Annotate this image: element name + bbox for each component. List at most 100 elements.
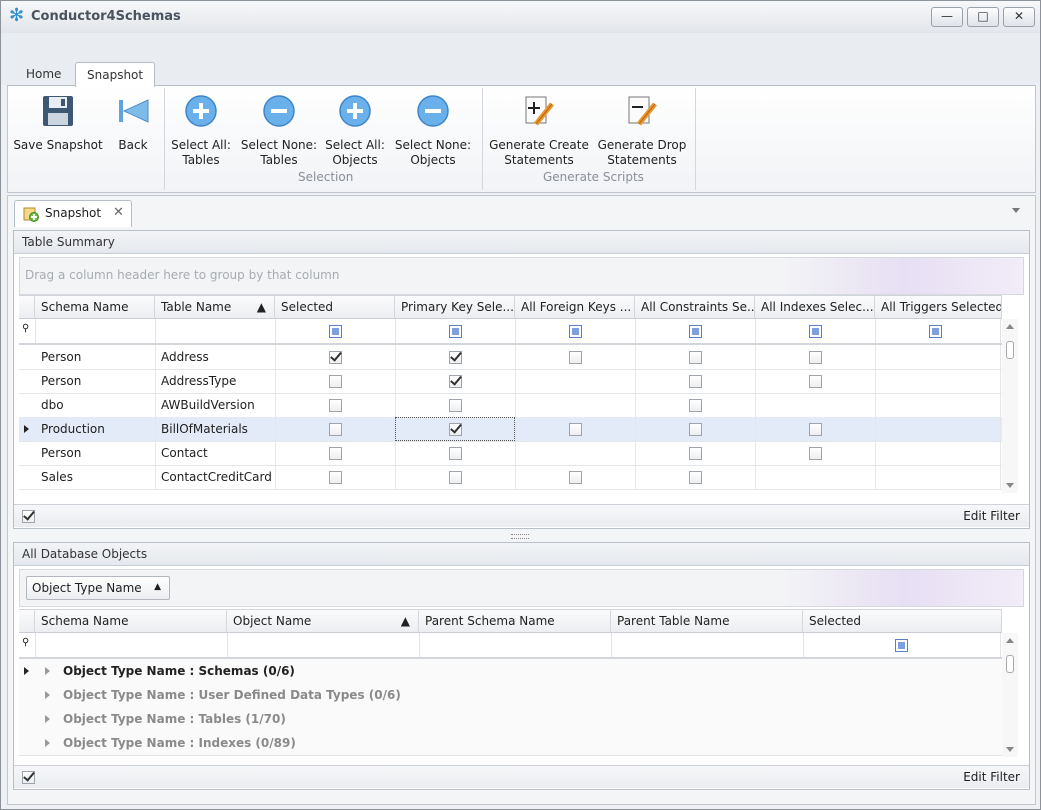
filter-checkbox[interactable] [809, 325, 822, 338]
doc-tab-close-icon[interactable]: ✕ [113, 205, 124, 220]
filter-cell[interactable] [35, 633, 228, 657]
splitter-grip[interactable] [511, 534, 529, 539]
cell-table-name[interactable]: ContactCreditCard [155, 465, 276, 489]
group-row[interactable]: Object Type Name : Indexes (0/89) [19, 731, 1002, 756]
cell-check[interactable] [515, 417, 636, 441]
cell-table-name[interactable]: AWBuildVersion [155, 393, 276, 417]
cell-check[interactable] [755, 417, 876, 441]
save-snapshot-button[interactable]: Save Snapshot [12, 94, 104, 153]
table-row[interactable]: Sales ContactCreditCard [19, 465, 1002, 490]
table-row[interactable]: Person Contact [19, 441, 1002, 466]
filter-checkbox[interactable] [689, 325, 702, 338]
table-row[interactable]: Person Address [19, 345, 1002, 370]
edit-filter-link[interactable]: Edit Filter [963, 509, 1020, 523]
row-checkbox[interactable] [569, 471, 582, 484]
expand-chevron-icon[interactable] [45, 739, 50, 747]
cell-schema-name[interactable]: Person [35, 345, 156, 369]
cell-schema-name[interactable]: Production [35, 417, 156, 441]
row-checkbox[interactable] [449, 471, 462, 484]
row-checkbox[interactable] [689, 351, 702, 364]
row-checkbox[interactable] [689, 399, 702, 412]
cell-check[interactable] [755, 369, 876, 393]
row-checkbox[interactable] [449, 399, 462, 412]
edit-filter-link[interactable]: Edit Filter [963, 770, 1020, 784]
back-button[interactable]: Back [108, 94, 158, 153]
row-checkbox[interactable] [689, 471, 702, 484]
group-chip-object-type[interactable]: Object Type Name ▲ [26, 576, 170, 600]
row-checkbox[interactable] [689, 375, 702, 388]
tab-snapshot[interactable]: Snapshot [75, 62, 156, 87]
row-checkbox[interactable] [809, 447, 822, 460]
cell-check[interactable] [515, 465, 636, 489]
col-table-name[interactable]: Table Name ▲ [155, 296, 275, 318]
filter-row[interactable]: ⚲ [19, 633, 1002, 659]
cell-table-name[interactable]: Contact [155, 441, 276, 465]
col-primary-key[interactable]: Primary Key Sele... [395, 296, 515, 318]
generate-drop-button[interactable]: Generate Drop Statements [594, 94, 690, 168]
scroll-thumb[interactable] [1006, 655, 1014, 673]
cell-check[interactable] [395, 441, 516, 465]
cell-check[interactable] [275, 345, 396, 369]
col-indexes[interactable]: All Indexes Selec... [755, 296, 875, 318]
filter-checkbox[interactable] [569, 325, 582, 338]
filter-checkbox[interactable] [329, 325, 342, 338]
select-all-tables-button[interactable]: Select All: Tables [168, 94, 234, 168]
scroll-up-icon[interactable] [1006, 638, 1014, 643]
select-none-tables-button[interactable]: Select None: Tables [240, 94, 318, 168]
doc-tab-snapshot[interactable]: Snapshot ✕ [14, 200, 132, 227]
maximize-button[interactable]: □ [967, 7, 999, 27]
table-row[interactable]: Person AddressType [19, 369, 1002, 394]
expand-chevron-icon[interactable] [45, 667, 50, 675]
filter-cell[interactable] [419, 633, 612, 657]
cell-check[interactable] [635, 393, 756, 417]
col-schema-name[interactable]: Schema Name [35, 296, 155, 318]
expand-chevron-icon[interactable] [45, 691, 50, 699]
filter-cell[interactable] [803, 633, 1001, 657]
cell-check[interactable] [275, 465, 396, 489]
filter-enable-checkbox[interactable] [22, 510, 35, 523]
filter-cell[interactable] [875, 319, 1001, 343]
filter-cell[interactable] [275, 319, 396, 343]
filter-cell[interactable] [35, 319, 156, 343]
cell-check[interactable] [395, 465, 516, 489]
db-objects-scrollbar[interactable] [1002, 633, 1018, 757]
minimize-button[interactable]: — [931, 7, 963, 27]
tab-dropdown-icon[interactable] [1012, 208, 1020, 213]
scroll-up-icon[interactable] [1006, 324, 1014, 329]
row-checkbox[interactable] [329, 471, 342, 484]
group-by-panel[interactable]: Drag a column header here to group by th… [19, 257, 1024, 295]
cell-check[interactable] [395, 417, 516, 441]
scroll-thumb[interactable] [1006, 341, 1014, 359]
table-row[interactable]: dbo AWBuildVersion [19, 393, 1002, 418]
cell-check[interactable] [635, 441, 756, 465]
row-checkbox[interactable] [329, 447, 342, 460]
row-checkbox[interactable] [689, 423, 702, 436]
scroll-down-icon[interactable] [1006, 747, 1014, 752]
row-checkbox[interactable] [329, 375, 342, 388]
expand-chevron-icon[interactable] [45, 715, 50, 723]
cell-table-name[interactable]: AddressType [155, 369, 276, 393]
filter-enable-checkbox[interactable] [22, 771, 35, 784]
select-none-objects-button[interactable]: Select None: Objects [394, 94, 472, 168]
col-selected[interactable]: Selected [803, 610, 1002, 632]
cell-check[interactable] [275, 441, 396, 465]
row-checkbox[interactable] [329, 399, 342, 412]
row-checkbox[interactable] [689, 447, 702, 460]
col-foreign-keys[interactable]: All Foreign Keys ... [515, 296, 635, 318]
filter-cell[interactable] [227, 633, 420, 657]
scroll-down-icon[interactable] [1006, 483, 1014, 488]
close-button[interactable]: ✕ [1003, 7, 1035, 27]
col-object-name[interactable]: Object Name ▲ [227, 610, 419, 632]
cell-check[interactable] [635, 345, 756, 369]
filter-cell[interactable] [395, 319, 516, 343]
cell-schema-name[interactable]: dbo [35, 393, 156, 417]
row-checkbox[interactable] [809, 375, 822, 388]
col-selected[interactable]: Selected [275, 296, 395, 318]
generate-create-button[interactable]: Generate Create Statements [488, 94, 590, 168]
row-checkbox[interactable] [329, 351, 342, 364]
tab-home[interactable]: Home [15, 62, 72, 86]
row-checkbox[interactable] [809, 351, 822, 364]
group-row[interactable]: Object Type Name : Schemas (0/6) [19, 659, 1002, 684]
row-checkbox[interactable] [329, 423, 342, 436]
cell-check[interactable] [275, 369, 396, 393]
